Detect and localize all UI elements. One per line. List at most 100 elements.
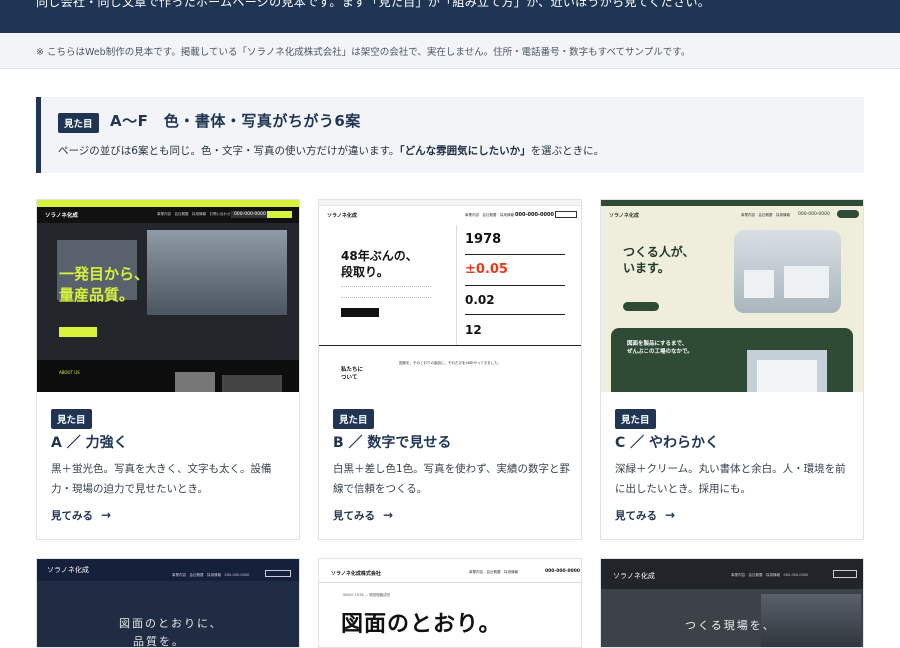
machine-photo (761, 594, 861, 647)
section-badge: 見た目 (58, 113, 99, 133)
mock-hero-line1: 図面のとおりに、 (119, 617, 223, 630)
mock-nav-links: 事業内容 会社概要 採用情報 000-000-0000 (731, 573, 809, 577)
card-badge: 見た目 (333, 409, 374, 429)
mock-lower-heading-line2: ついて (341, 375, 358, 381)
mock-cta-button (59, 327, 97, 337)
mock-stat-year: 1978 (465, 232, 502, 247)
mock-lower-text: 図面を、そのとおりの製品に。それだけを48年やってきました。 (399, 361, 502, 365)
mock-hero-line1: つくる人が、 (623, 245, 695, 259)
top-strip (601, 200, 863, 206)
mock-nav-links: 事業内容 会社概要 採用情報 (465, 213, 514, 217)
mock-factory-photo (734, 230, 841, 313)
mock-hero-line2: います。 (623, 261, 670, 275)
design-thumbnail-c[interactable]: ソラノネ化成 事業内容 会社概要 採用情報 000-000-0000 つくる人が… (601, 200, 863, 392)
design-card-b[interactable]: ソラノネ化成 事業内容 会社概要 採用情報 000-000-0000 48年ぶん… (318, 199, 582, 540)
mock-logo: ソラノネ化成 (327, 213, 357, 219)
mock-stat-tolerance: ±0.05 (465, 262, 508, 277)
section-header: 見た目 A〜F 色・書体・写真がちがう6案 ページの並びは6案とも同じ。色・文字… (36, 97, 864, 173)
mock-green-line2: ぜんぶこの工場のなかで。 (627, 349, 693, 355)
mock-hero-line2: 量産品質。 (59, 286, 135, 304)
mock-lower-photo (175, 372, 215, 392)
disclaimer-text: ※ こちらはWeb制作の見本です。掲載している「ソラノネ化成株式会社」は架空の会… (36, 47, 691, 58)
card-badge: 見た目 (615, 409, 656, 429)
disclaimer-notice: ※ こちらはWeb制作の見本です。掲載している「ソラノネ化成株式会社」は架空の会… (0, 33, 900, 69)
building-shape (757, 360, 817, 392)
mock-nav-links: 事業内容 会社概要 採用情報 000-000-0000 (172, 573, 250, 577)
card-title: C ／ やわらかく (615, 435, 720, 451)
mock-phone: 000-000-0000 (545, 569, 581, 574)
card-description: 黒＋蛍光色。写真を大きく、文字も太く。設備力・現場の迫力で見せたいとき。 (51, 463, 272, 495)
mock-stat-rate: 0.02 (465, 293, 495, 307)
mock-logo: ソラノネ化成 (45, 213, 78, 219)
design-thumbnail-d[interactable]: ソラノネ化成 事業内容 会社概要 採用情報 000-000-0000 図面のとお… (36, 558, 300, 648)
arrow-right-icon: → (101, 508, 112, 522)
mock-green-heading: 図面を製品にするまで、 ぜんぶこの工場のなかで。 (627, 340, 693, 356)
card-title: B ／ 数字で見せる (333, 435, 452, 451)
mock-cta-button (341, 308, 379, 317)
machine-photo (147, 230, 287, 315)
view-link[interactable]: 見てみる → (333, 508, 393, 523)
mock-hero-line1: 48年ぶんの、 (341, 249, 418, 263)
mock-lower-heading: ABOUT US (59, 370, 80, 375)
design-thumbnail-e[interactable]: ソラノネ化成株式会社 事業内容 会社概要 採用情報 000-000-0000 S… (318, 558, 582, 648)
top-strip (37, 200, 299, 207)
top-strip (319, 200, 581, 206)
mock-hero-title: 一発目から、 量産品質。 (59, 264, 149, 306)
section-description: ページの並びは6案とも同じ。色・文字・写真の使い方だけが違います。「どんな雰囲気… (58, 143, 604, 158)
mock-phone: 000-000-0000 (515, 212, 554, 218)
card-description: 深緑＋クリーム。丸い書体と余白。人・環境を前に出したいとき。採用にも。 (615, 463, 846, 495)
mock-hero-title: つくる人が、 います。 (623, 244, 695, 276)
mock-hero-line2: 品質を。 (133, 635, 185, 648)
mock-phone: 000-000-0000 (231, 211, 269, 218)
mock-logo: ソラノネ化成 (47, 566, 89, 574)
mock-nav-links: 事業内容 会社概要 採用情報 お問い合わせ (157, 212, 231, 216)
mock-hero-title: つくる現場を、 (685, 619, 776, 632)
mock-contact-button (267, 211, 292, 218)
machine-shape (784, 266, 829, 298)
design-thumbnail-a[interactable]: ソラノネ化成 事業内容 会社概要 採用情報 お問い合わせ 000-000-000… (37, 200, 299, 392)
card-description: 白黒＋差し色1色。写真を使わず、実績の数字と罫線で信頼をつくる。 (333, 463, 570, 495)
mock-hero-title: 48年ぶんの、 段取り。 (341, 248, 418, 280)
mock-logo: ソラノネ化成株式会社 (331, 571, 381, 577)
mock-stat-count: 12 (465, 323, 482, 337)
mock-nav-links: 事業内容 会社概要 採用情報 (741, 213, 790, 217)
mock-lower-heading: 私たちに ついて (341, 366, 363, 382)
mock-contact-button (555, 211, 577, 218)
mock-hero-line1: 一発目から、 (59, 265, 150, 283)
mock-rule (465, 314, 565, 315)
mock-nav-links: 事業内容 会社概要 採用情報 (469, 570, 518, 574)
mock-hero-line2: 段取り。 (341, 265, 389, 279)
card-badge: 見た目 (51, 409, 92, 429)
design-thumbnail-b[interactable]: ソラノネ化成 事業内容 会社概要 採用情報 000-000-0000 48年ぶん… (319, 200, 581, 392)
mock-contact-button (265, 570, 291, 577)
mock-rule (465, 254, 565, 255)
mock-logo: ソラノネ化成 (609, 213, 639, 219)
view-link[interactable]: 見てみる → (51, 508, 111, 523)
design-card-a[interactable]: ソラノネ化成 事業内容 会社概要 採用情報 お問い合わせ 000-000-000… (36, 199, 300, 540)
view-link[interactable]: 見てみる → (615, 508, 675, 523)
section-desc-text: ページの並びは6案とも同じ。色・文字・写真の使い方だけが違います。 (58, 145, 400, 157)
view-link-label: 見てみる (333, 510, 375, 522)
mock-phone: 000-000-0000 (798, 212, 830, 217)
mock-divider (456, 225, 457, 345)
mock-contact-button (837, 210, 859, 218)
mock-hero-title: 図面のとおり。 (341, 612, 502, 637)
section-desc-tail: を選ぶときに。 (530, 145, 605, 157)
arrow-right-icon: → (383, 508, 394, 522)
mock-rule (465, 285, 565, 286)
intro-banner: 同じ会社・同じ文章で作ったホームページの見本です。まず「見た目」か「組み立て方」… (0, 0, 900, 33)
arrow-right-icon: → (665, 508, 676, 522)
card-title: A ／ 力強く (51, 435, 128, 451)
mock-green-line1: 図面を製品にするまで、 (627, 341, 688, 347)
view-link-label: 見てみる (51, 510, 93, 522)
design-card-c[interactable]: ソラノネ化成 事業内容 会社概要 採用情報 000-000-0000 つくる人が… (600, 199, 864, 540)
mock-cta-button (623, 302, 659, 311)
mock-contact-button (833, 570, 857, 578)
intro-text: 同じ会社・同じ文章で作ったホームページの見本です。まず「見た目」か「組み立て方」… (36, 0, 711, 9)
mock-building-photo (747, 350, 827, 392)
machine-shape (744, 270, 774, 298)
design-thumbnail-f[interactable]: ソラノネ化成 事業内容 会社概要 採用情報 000-000-0000 つくる現場… (600, 558, 864, 648)
mock-lower-photo (222, 375, 282, 392)
section-title: A〜F 色・書体・写真がちがう6案 (110, 112, 361, 130)
mock-eyebrow: SINCE 1978 — 精密樹脂成形 (343, 593, 391, 597)
